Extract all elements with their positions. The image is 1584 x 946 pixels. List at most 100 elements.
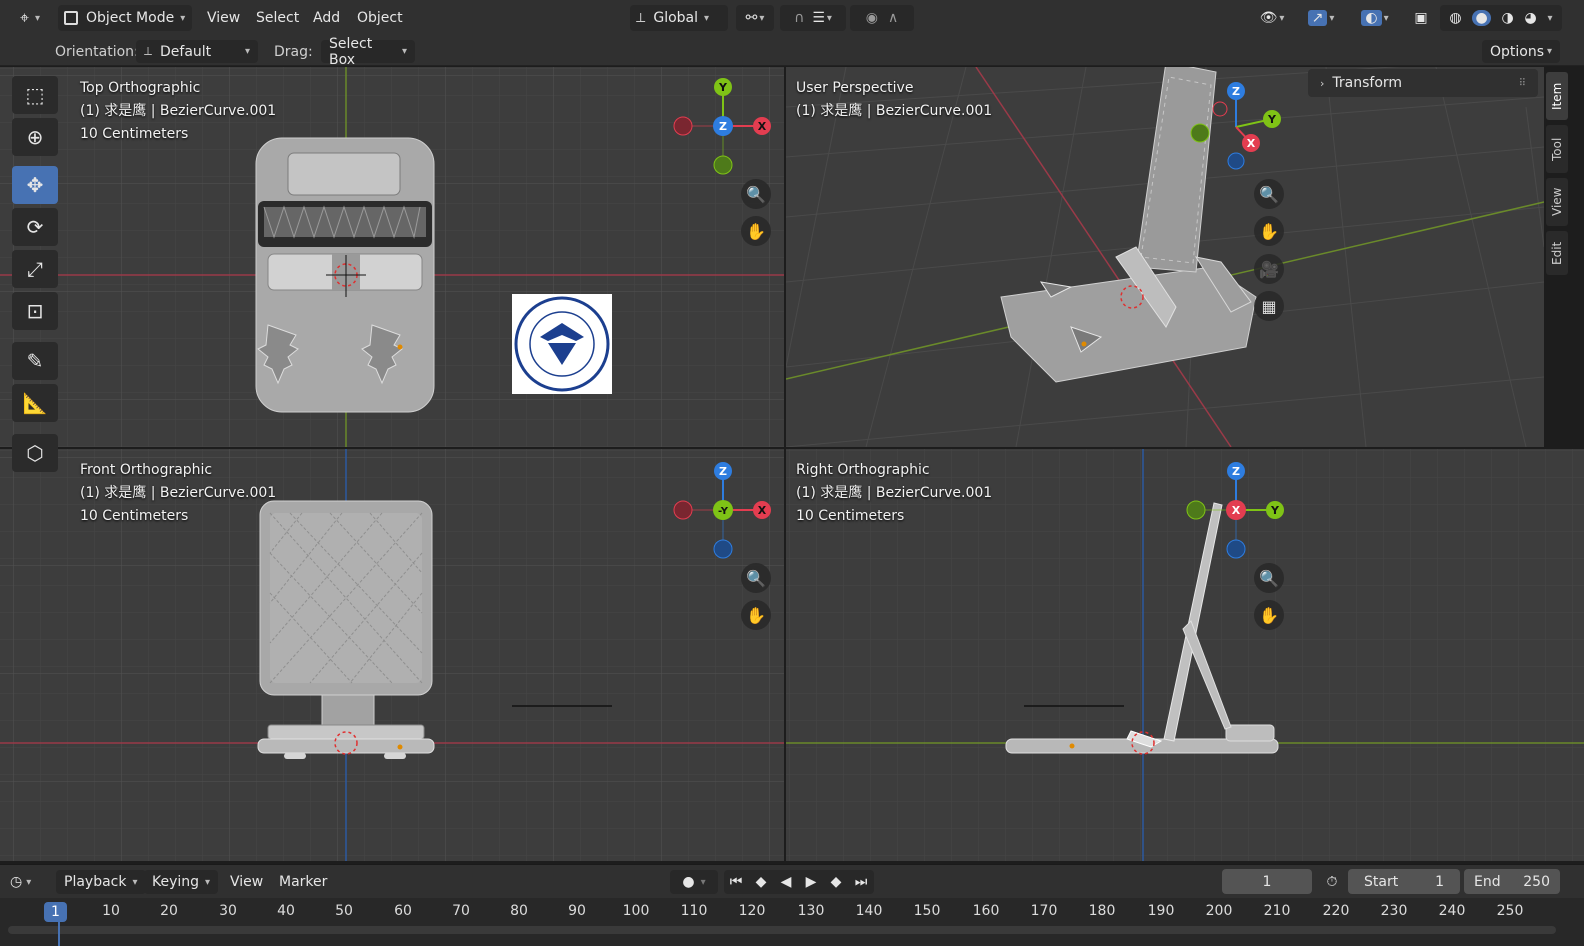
next-keyframe-icon[interactable]: ◆ [824,872,848,892]
navigation-gizmo[interactable]: Z X -Y [670,459,776,567]
navigation-gizmo[interactable]: Z Y X [1184,459,1290,567]
viewport-top-orthographic[interactable]: Top Orthographic (1) 求是鹰 | BezierCurve.0… [0,67,784,447]
cursor-tool-icon[interactable]: ⊕ [12,118,58,156]
editor-type-button[interactable]: ⌖ ▾ [10,5,50,31]
editor-type-icon: ⌖ [19,8,29,27]
pan-hand-icon[interactable]: ✋ [741,600,771,630]
frame-ruler[interactable]: 1 10 20 30 40 50 60 70 80 90 100 110 120… [0,900,1584,922]
drag-dropdown[interactable]: Select Box ▾ [321,36,415,68]
stopwatch-icon[interactable]: ⏱ [1320,870,1344,894]
gizmo-toggle[interactable]: ↗ ▾ [1298,5,1344,31]
select-box-tool-icon[interactable]: ⬚ [12,76,58,114]
add-cube-tool-icon[interactable]: ⬡ [12,434,58,472]
scale-tool-icon[interactable]: ⤢ [12,250,58,288]
jump-to-start-icon[interactable]: ⏮ [724,872,748,892]
current-frame-indicator[interactable]: 1 [44,902,67,922]
orthographic-toggle-icon[interactable]: ▦ [1254,291,1284,321]
jump-to-end-icon[interactable]: ⏭ [849,872,873,892]
viewport-info: User Perspective (1) 求是鹰 | BezierCurve.0… [796,77,992,123]
pivot-icon: ⚯ [745,10,758,26]
zoom-icon[interactable]: 🔍 [1254,179,1284,209]
view-name: Right Orthographic [796,462,930,478]
proportional-editing-toggle[interactable]: ◉ ∧ [850,5,914,31]
rotate-tool-icon[interactable]: ⟳ [12,208,58,246]
keying-menu[interactable]: Keying ▾ [144,870,219,894]
timeline-editor-type-button[interactable]: ◷ ▾ [10,870,50,894]
camera-view-icon[interactable]: 🎥 [1254,254,1284,284]
timeline-area[interactable]: 1 10 20 30 40 50 60 70 80 90 100 110 120… [0,898,1584,946]
menu-select[interactable]: Select [256,5,299,31]
orientation-dropdown[interactable]: ⟂ Default ▾ [136,40,258,63]
play-icon[interactable]: ▶ [799,872,823,892]
object-mode-icon [64,11,78,25]
drag-handle-icon[interactable]: ⠿ [1519,78,1526,89]
tab-edit[interactable]: Edit [1546,231,1568,275]
marker-menu[interactable]: Marker [279,870,327,894]
zoom-icon[interactable]: 🔍 [741,179,771,209]
object-name: (1) 求是鹰 | BezierCurve.001 [796,485,993,501]
current-frame-field[interactable]: 1 [1222,869,1312,894]
options-dropdown[interactable]: Options ▾ [1482,40,1560,63]
xray-icon: ▣ [1414,10,1428,26]
previous-keyframe-icon[interactable]: ◆ [749,872,773,892]
zoom-icon[interactable]: 🔍 [741,563,771,593]
transform-panel-header[interactable]: › Transform ⠿ [1308,69,1538,97]
snap-increment-icon: ☰ [812,10,825,26]
pan-hand-icon[interactable]: ✋ [741,216,771,246]
mode-dropdown[interactable]: Object Mode ▾ [58,5,192,31]
ruler-tick: 20 [160,903,178,919]
viewport-grid [786,67,1544,447]
navigation-gizmo[interactable]: Z Y X [1184,75,1294,183]
menu-view[interactable]: View [207,5,240,31]
menu-add[interactable]: Add [313,5,340,31]
solid-shading-icon[interactable]: ● [1472,10,1491,26]
measure-tool-icon[interactable]: 📐 [12,384,58,422]
transform-orientation-dropdown[interactable]: ⟂ Global ▾ [630,5,728,31]
shading-dropdown-icon[interactable]: ▾ [1548,13,1553,24]
tab-view[interactable]: View [1546,178,1568,226]
orientation-label: Orientation: [55,44,139,60]
view-name: Front Orthographic [80,462,213,478]
start-frame-field[interactable]: Start 1 [1348,869,1460,894]
timeline-scrollbar[interactable] [8,926,1556,934]
snap-toggle[interactable]: ∩ ☰ ▾ [780,5,846,31]
viewport-front-orthographic[interactable]: Front Orthographic (1) 求是鹰 | BezierCurve… [0,449,784,861]
end-frame-field[interactable]: End 250 [1464,869,1560,894]
material-shading-icon[interactable]: ◑ [1501,10,1513,26]
pivot-point-dropdown[interactable]: ⚯ ▾ [736,5,774,31]
ruler-tick: 50 [335,903,353,919]
ruler-tick: 70 [452,903,470,919]
pan-hand-icon[interactable]: ✋ [1254,600,1284,630]
view-name: Top Orthographic [80,80,201,96]
menu-object[interactable]: Object [357,5,403,31]
gizmo-label-y: Y [1270,504,1280,517]
wireframe-shading-icon[interactable]: ◍ [1449,10,1461,26]
viewport-right-orthographic[interactable]: Right Orthographic (1) 求是鹰 | BezierCurve… [786,449,1584,861]
play-reverse-icon[interactable]: ◀ [774,872,798,892]
ruler-tick: 180 [1088,903,1116,919]
annotate-tool-icon[interactable]: ✎ [12,342,58,380]
ruler-tick: 80 [510,903,528,919]
gizmo-icon: ↗ [1307,10,1328,26]
timeline-view-menu[interactable]: View [230,870,263,894]
playback-menu[interactable]: Playback ▾ [56,870,146,894]
overlays-toggle[interactable]: ◐ ▾ [1352,5,1398,31]
viewport-user-perspective[interactable]: User Perspective (1) 求是鹰 | BezierCurve.0… [786,67,1544,447]
tab-tool[interactable]: Tool [1546,125,1568,173]
move-tool-icon[interactable]: ✥ [12,166,58,204]
zju-logo-image [512,294,612,394]
ruler-tick: 170 [1030,903,1058,919]
pan-hand-icon[interactable]: ✋ [1254,216,1284,246]
tab-item[interactable]: Item [1546,72,1568,120]
ruler-tick: 150 [913,903,941,919]
xray-toggle[interactable]: ▣ [1408,5,1434,31]
visibility-dropdown[interactable]: 👁 ▾ [1252,5,1292,31]
orientation-small-icon: ⟂ [144,44,153,58]
transform-tool-icon[interactable]: ⊡ [12,292,58,330]
rendered-shading-icon[interactable]: ◕ [1525,10,1537,26]
zoom-icon[interactable]: 🔍 [1254,563,1284,593]
navigation-gizmo[interactable]: Y X Z [670,75,776,183]
ruler-tick: 10 [102,903,120,919]
auto-keying-toggle[interactable]: ● ▾ [670,870,718,894]
object-name: (1) 求是鹰 | BezierCurve.001 [80,103,277,119]
